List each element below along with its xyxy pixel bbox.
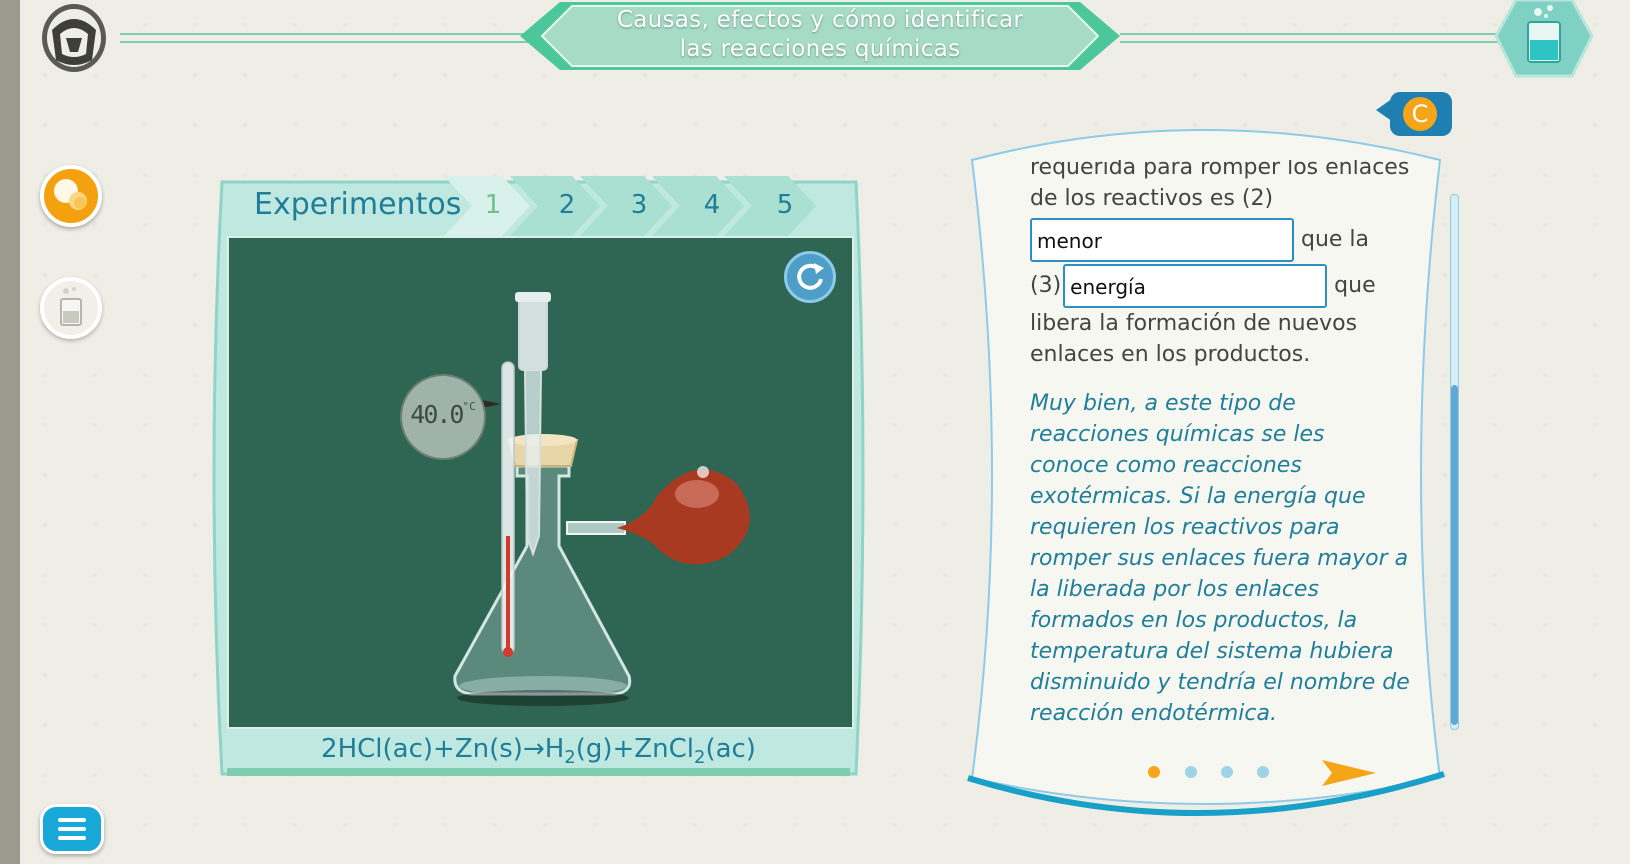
bubbles-icon bbox=[54, 179, 87, 210]
answer-2-field[interactable]: menor bbox=[1030, 218, 1294, 262]
beaker-button[interactable] bbox=[40, 277, 102, 339]
page-dot-2[interactable] bbox=[1185, 766, 1197, 778]
beaker-icon bbox=[60, 287, 82, 326]
experiments-label: Experimentos bbox=[254, 187, 462, 222]
tab-experiment-5[interactable]: 5 bbox=[770, 190, 800, 220]
temperature-reading: 40.0°C bbox=[410, 400, 476, 429]
header-divider-right bbox=[1120, 33, 1508, 43]
page-title: Causas, efectos y cómo identificar las r… bbox=[616, 7, 1024, 62]
scrollbar[interactable] bbox=[1450, 194, 1459, 730]
header-divider-left bbox=[120, 33, 530, 43]
flask-apparatus-illustration bbox=[453, 292, 750, 706]
refresh-icon bbox=[797, 263, 824, 290]
answer-3-field[interactable]: energía bbox=[1063, 264, 1328, 308]
text-panel-content: requerida para romper los enlaces de los… bbox=[1030, 160, 1410, 750]
page-dot-4[interactable] bbox=[1257, 766, 1269, 778]
tab-experiment-4[interactable]: 4 bbox=[697, 190, 727, 220]
text-line: requerida para romper los enlaces bbox=[1030, 160, 1410, 180]
text-inline: que bbox=[1334, 273, 1376, 298]
tab-experiment-2[interactable]: 2 bbox=[552, 190, 582, 220]
bubbles-button[interactable] bbox=[40, 165, 102, 227]
university-seal-logo bbox=[42, 4, 106, 72]
scrollbar-thumb[interactable] bbox=[1451, 385, 1458, 725]
page-dot-1[interactable] bbox=[1148, 766, 1160, 778]
text-line: de los reactivos es (2) bbox=[1030, 186, 1274, 211]
text-paragraph: libera la formación de nuevos enlaces en… bbox=[1030, 311, 1358, 367]
chemical-equation: 2HCl(ac)+Zn(s)→H2(g)+ZnCl2(ac) bbox=[321, 734, 756, 769]
tab-experiment-3[interactable]: 3 bbox=[624, 190, 654, 220]
page-dot-3[interactable] bbox=[1221, 766, 1233, 778]
next-arrow-icon[interactable] bbox=[1322, 758, 1376, 788]
tab-experiment-1[interactable]: 1 bbox=[478, 190, 508, 220]
c-badge-icon[interactable]: C bbox=[1376, 92, 1452, 138]
beaker-badge-icon[interactable] bbox=[1494, 0, 1594, 80]
text-inline: (3) bbox=[1030, 273, 1062, 298]
text-inline: que la bbox=[1301, 227, 1370, 252]
svg-text:C: C bbox=[1412, 100, 1429, 128]
feedback-text: Muy bien, a este tipo de reacciones quím… bbox=[1030, 391, 1410, 726]
reset-button[interactable] bbox=[784, 251, 836, 303]
menu-button[interactable] bbox=[40, 804, 104, 854]
